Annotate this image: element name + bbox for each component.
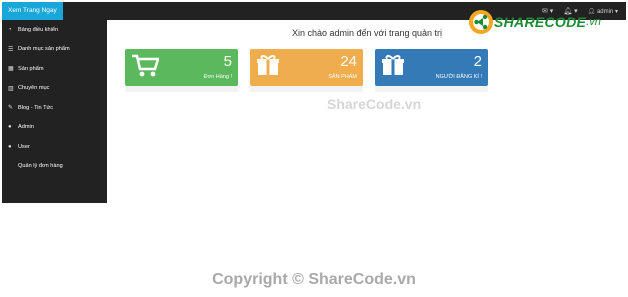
sidebar-item-label: Blog - Tin Tức xyxy=(18,104,54,111)
gift-icon xyxy=(256,54,280,81)
sidebar-item-products[interactable]: ▦ Sản phẩm xyxy=(2,59,107,79)
sidebar-item-categories[interactable]: ☰ Danh mục sản phẩm xyxy=(2,40,107,60)
sidebar: ◔ Bảng điều khiển ☰ Danh mục sản phẩm ▦ Sản… xyxy=(2,20,107,203)
registrations-label: NGƯỜI ĐĂNG KÍ ! xyxy=(435,74,482,80)
list-icon: ☰ xyxy=(8,46,14,53)
sidebar-item-label: Danh mục sản phẩm xyxy=(18,46,70,53)
registrations-card-footer xyxy=(375,86,488,92)
shopping-cart-icon xyxy=(131,54,160,83)
gift-icon xyxy=(381,54,405,81)
sidebar-item-label: Bảng điều khiển xyxy=(18,26,59,33)
sidebar-item-admin[interactable]: ● Admin xyxy=(2,118,107,138)
sidebar-item-user[interactable]: ● User xyxy=(2,137,107,157)
sidebar-item-label: Quản lý đơn hàng xyxy=(18,163,63,170)
products-card[interactable]: 24 SẢN PHẨM xyxy=(250,49,363,86)
products-count: 24 xyxy=(340,53,357,70)
sidebar-item-topics[interactable]: ▥ Chuyên mục xyxy=(2,79,107,99)
logo-suffix: .vn xyxy=(586,16,601,28)
edit-icon: ✎ xyxy=(8,105,14,112)
sidebar-item-orders[interactable]: Quản lý đơn hàng xyxy=(2,157,107,177)
chart-icon: ▥ xyxy=(8,85,14,92)
user-icon: ● xyxy=(8,124,12,131)
user-icon: ● xyxy=(8,143,12,150)
view-site-button[interactable]: Xem Trang Ngay xyxy=(2,2,63,20)
sidebar-item-label: Sản phẩm xyxy=(18,65,44,72)
logo-text: SHARECODE xyxy=(494,14,587,30)
dashboard-icon: ◔ xyxy=(8,26,12,33)
orders-label: Đơn Hàng ! xyxy=(203,74,232,80)
products-card-footer xyxy=(250,86,363,92)
copyright-watermark: Copyright © ShareCode.vn xyxy=(212,271,416,288)
sidebar-item-label: Admin xyxy=(18,124,34,131)
products-label: SẢN PHẨM xyxy=(328,74,357,80)
sidebar-item-label: User xyxy=(18,143,30,150)
sharecode-logo-icon xyxy=(469,10,493,34)
table-icon: ▦ xyxy=(8,66,14,73)
orders-card[interactable]: 5 Đơn Hàng ! xyxy=(125,49,238,86)
orders-count: 5 xyxy=(223,53,232,70)
sidebar-item-label: Chuyên mục xyxy=(18,85,50,92)
sharecode-logo: SHARECODE .vn xyxy=(468,9,601,35)
orders-card-footer xyxy=(125,86,238,92)
sidebar-item-blog[interactable]: ✎ Blog - Tin Tức xyxy=(2,98,107,118)
center-watermark: ShareCode.vn xyxy=(327,96,422,112)
sidebar-item-dashboard[interactable]: ◔ Bảng điều khiển xyxy=(2,20,107,40)
registrations-card[interactable]: 2 NGƯỜI ĐĂNG KÍ ! xyxy=(375,49,488,86)
registrations-count: 2 xyxy=(473,53,482,70)
